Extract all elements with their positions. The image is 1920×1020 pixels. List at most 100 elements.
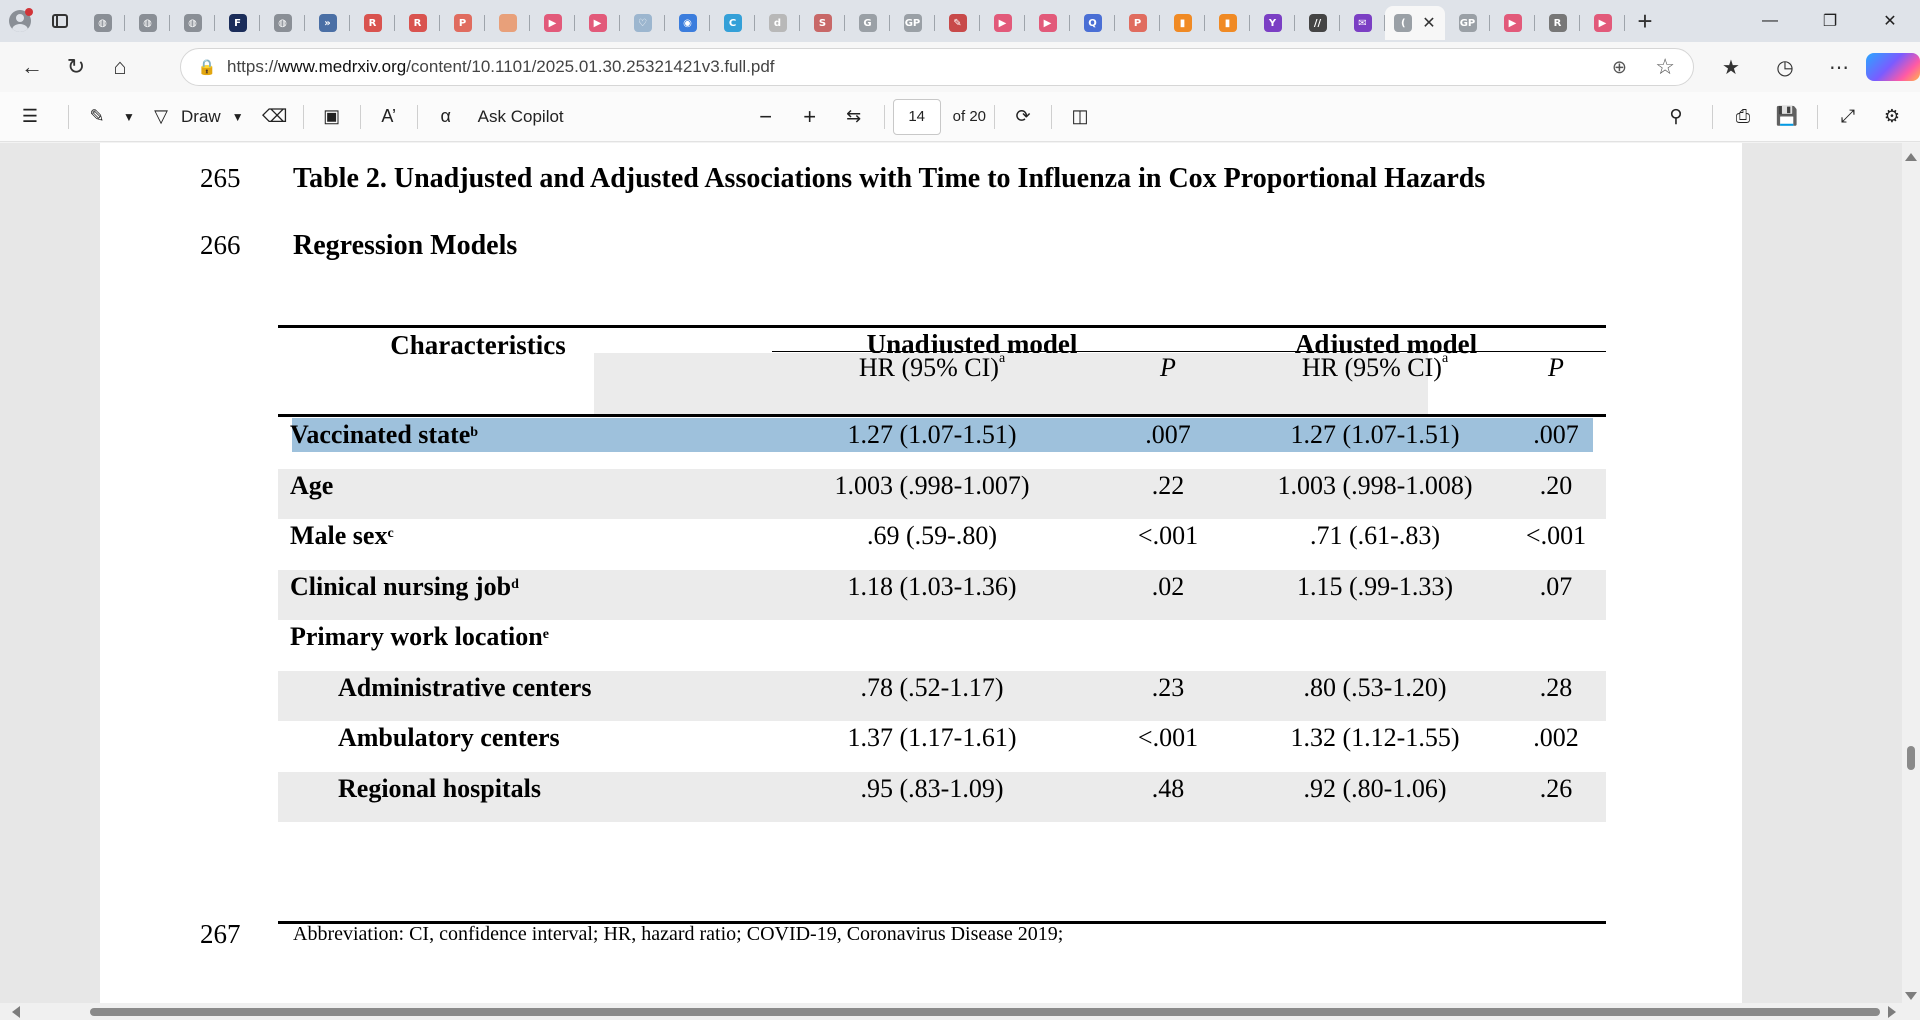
close-window-button[interactable]: ✕ <box>1860 0 1920 42</box>
browser-tab[interactable]: » <box>305 6 350 40</box>
scroll-left-icon[interactable] <box>12 1006 20 1018</box>
new-tab-button[interactable]: + <box>1625 1 1665 41</box>
profile-button[interactable] <box>0 1 40 41</box>
home-button[interactable]: ⌂ <box>98 47 142 87</box>
save-icon[interactable]: 💾 <box>1765 97 1809 137</box>
back-button[interactable]: ← <box>10 47 54 87</box>
vertical-scroll-thumb[interactable] <box>1907 746 1915 770</box>
navigation-bar: ← ↻ ⌂ 🔒 https://www.medrxiv.org/content/… <box>0 42 1920 92</box>
address-bar[interactable]: 🔒 https://www.medrxiv.org/content/10.110… <box>180 48 1694 86</box>
favorite-star-icon[interactable]: ☆ <box>1655 54 1675 80</box>
search-icon[interactable]: ⚲ <box>1648 97 1704 137</box>
vertical-scrollbar[interactable] <box>1902 143 1920 1006</box>
unadjusted-p-cell: .23 <box>1151 672 1185 702</box>
unadjusted-hr-cell: 1.18 (1.03-1.36) <box>847 571 1017 601</box>
history-icon[interactable]: ◷ <box>1758 55 1812 80</box>
lock-icon[interactable]: 🔒 <box>187 58 227 76</box>
browser-tab[interactable]: Y <box>1250 6 1295 40</box>
text-box-icon[interactable]: ▣ <box>312 97 352 137</box>
browser-tab[interactable]: ♡ <box>620 6 665 40</box>
pdf-viewer[interactable]: 265 Table 2. Unadjusted and Adjusted Ass… <box>0 143 1920 1006</box>
browser-tab[interactable]: // <box>1295 6 1340 40</box>
more-menu-icon[interactable]: ⋯ <box>1812 55 1866 80</box>
zoom-in-icon[interactable]: + <box>788 97 832 137</box>
adjusted-p-cell: .002 <box>1533 723 1579 752</box>
browser-tab[interactable]: R <box>395 6 440 40</box>
browser-tab[interactable]: R <box>1535 6 1580 40</box>
browser-tab[interactable]: ▶ <box>1490 6 1535 40</box>
fullscreen-icon[interactable]: ⤢ <box>1826 97 1870 137</box>
zoom-out-icon[interactable]: − <box>744 97 788 137</box>
browser-tab[interactable]: ✉ <box>1340 6 1385 40</box>
row-label: Ambulatory centers <box>338 723 560 752</box>
draw-dropdown-icon[interactable]: ▼ <box>221 97 255 137</box>
scroll-down-icon[interactable] <box>1905 992 1917 1000</box>
browser-tab[interactable]: G <box>845 6 890 40</box>
contents-icon[interactable]: ☰ <box>0 97 60 137</box>
page-view-icon[interactable]: ◫ <box>1060 97 1100 137</box>
browser-tab[interactable]: R <box>350 6 395 40</box>
restore-button[interactable]: ❐ <box>1800 0 1860 42</box>
fit-width-icon[interactable]: ⇆ <box>832 97 876 137</box>
browser-tab[interactable]: ▶ <box>575 6 620 40</box>
unadjusted-p-cell: .007 <box>1145 420 1191 449</box>
zoom-icon[interactable]: ⊕ <box>1612 57 1627 78</box>
tab-actions-button[interactable] <box>40 1 80 41</box>
draw-icon[interactable]: ▽ <box>141 97 181 137</box>
print-icon[interactable]: ⎙ <box>1721 97 1765 137</box>
eraser-icon[interactable]: ⌫ <box>255 97 295 137</box>
browser-tab[interactable]: ◉ <box>665 6 710 40</box>
browser-tab[interactable]: P <box>440 6 485 40</box>
highlight-dropdown-icon[interactable]: ▼ <box>117 97 141 137</box>
browser-tab[interactable]: ✎ <box>935 6 980 40</box>
browser-tab[interactable]: C <box>710 6 755 40</box>
ask-copilot-button[interactable]: Ask Copilot <box>478 97 564 137</box>
minimize-button[interactable]: — <box>1740 0 1800 42</box>
browser-tab[interactable]: GP <box>890 6 935 40</box>
browser-tab[interactable]: P <box>1115 6 1160 40</box>
browser-tab[interactable]: ◍ <box>260 6 305 40</box>
adjusted-hr-cell: 1.27 (1.07-1.51) <box>1290 420 1460 449</box>
draw-button[interactable]: Draw <box>181 97 221 137</box>
page-number-input[interactable]: 14 <box>892 98 941 135</box>
read-aloud-icon[interactable]: A’ <box>369 97 409 137</box>
browser-tab[interactable]: ▶ <box>530 6 575 40</box>
browser-tab[interactable]: S <box>800 6 845 40</box>
browser-tab[interactable]: (✕ <box>1385 6 1445 40</box>
url-text[interactable]: https://www.medrxiv.org/content/10.1101/… <box>227 57 775 77</box>
google-icon: G <box>858 14 877 32</box>
browser-tab[interactable]: ◍ <box>80 6 125 40</box>
active-tab-icon: ( <box>1394 14 1413 32</box>
browser-tab[interactable] <box>485 6 530 40</box>
favorites-icon[interactable]: ★ <box>1704 55 1758 80</box>
browser-tab[interactable]: ◍ <box>170 6 215 40</box>
browser-tab[interactable]: ▶ <box>980 6 1025 40</box>
refresh-button[interactable]: ↻ <box>54 47 98 87</box>
browser-tab[interactable]: Q <box>1070 6 1115 40</box>
browser-tab[interactable]: ▶ <box>1580 6 1625 40</box>
scroll-up-icon[interactable] <box>1905 153 1917 161</box>
close-tab-icon[interactable]: ✕ <box>1422 13 1435 33</box>
table-row: Primary work locatione <box>278 620 1606 671</box>
browser-tab[interactable]: ◍ <box>125 6 170 40</box>
adjusted-hr-cell: 1.32 (1.12-1.55) <box>1290 723 1460 752</box>
browser-tab[interactable]: ▶ <box>1025 6 1070 40</box>
rotate-icon[interactable]: ⟳ <box>1003 97 1043 137</box>
browser-tab[interactable]: ▮ <box>1205 6 1250 40</box>
toolbar-divider <box>1817 104 1818 129</box>
browser-tab[interactable]: GP <box>1445 6 1490 40</box>
browser-tab[interactable]: F <box>215 6 260 40</box>
row-label: Vaccinated stateb <box>290 420 479 449</box>
scroll-right-icon[interactable] <box>1888 1006 1896 1018</box>
subheader-adjusted-hr: HR (95% CI)a <box>1301 351 1449 382</box>
youtube-icon: ▶ <box>1503 14 1522 32</box>
settings-gear-icon[interactable]: ⚙ <box>1870 97 1914 137</box>
translate-icon[interactable]: α <box>426 97 466 137</box>
page-total: of 20 <box>952 108 987 125</box>
copilot-button[interactable] <box>1866 53 1920 81</box>
highlight-icon[interactable]: ✎ <box>77 97 117 137</box>
horizontal-scroll-thumb[interactable] <box>90 1008 1880 1016</box>
horizontal-scrollbar[interactable] <box>0 1003 1920 1020</box>
browser-tab[interactable]: d <box>755 6 800 40</box>
browser-tab[interactable]: ▮ <box>1160 6 1205 40</box>
